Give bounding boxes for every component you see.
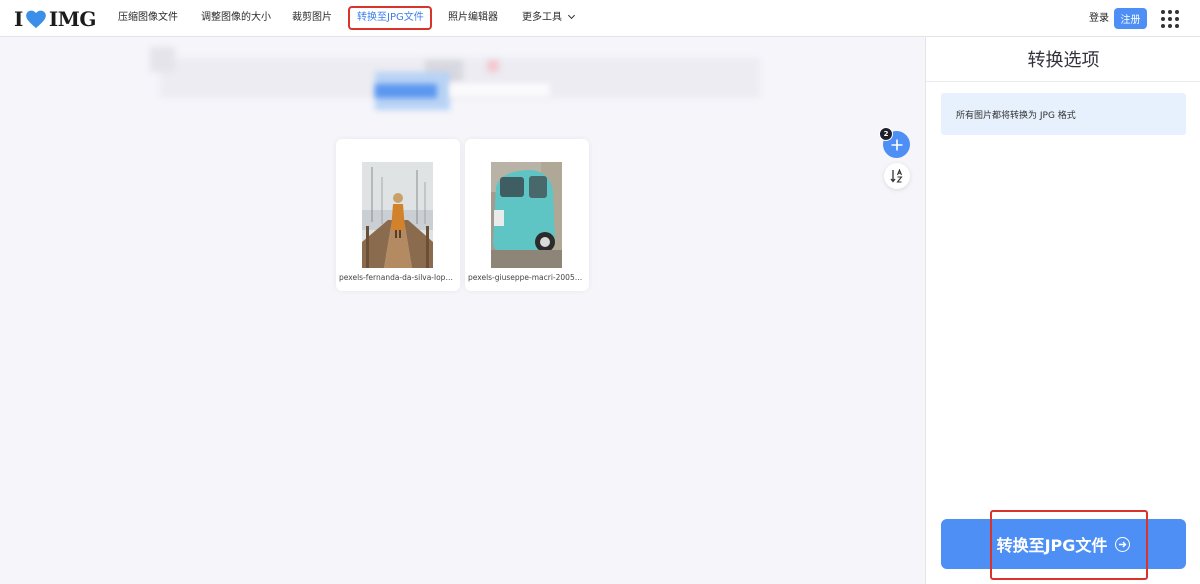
chevron-down-icon	[567, 11, 576, 20]
file-card[interactable]: pexels-giuseppe-macri-2005726...	[465, 139, 589, 291]
top-header: I IMG 压缩图像文件 调整图像的大小 裁剪图片 转换至JPG文件 照片编辑器…	[0, 0, 1200, 37]
nav-more-tools-label: 更多工具	[522, 12, 562, 23]
file-name: pexels-fernanda-da-silva-lopes-...	[339, 273, 457, 282]
nav-compress-image[interactable]: 压缩图像文件	[118, 11, 178, 25]
signup-button[interactable]: 注册	[1114, 8, 1147, 29]
options-sidebar: 转换选项 所有图片都将转换为 JPG 格式 转换至JPG文件	[925, 37, 1200, 584]
logo-text-img: IMG	[48, 7, 97, 31]
file-card[interactable]: pexels-fernanda-da-silva-lopes-...	[336, 139, 460, 291]
nav-more-tools[interactable]: 更多工具	[522, 11, 576, 25]
sort-files-button[interactable]	[884, 163, 910, 189]
heart-logo-icon	[26, 10, 46, 29]
logo-text-i: I	[14, 7, 23, 31]
convert-highlight-outline	[990, 510, 1148, 580]
file-name: pexels-giuseppe-macri-2005726...	[468, 273, 586, 282]
nav-highlight-outline	[348, 6, 432, 30]
sort-az-icon	[890, 169, 903, 183]
nav-photo-editor[interactable]: 照片编辑器	[448, 11, 498, 25]
nav-crop-image[interactable]: 裁剪图片	[292, 11, 332, 25]
ilovimg-logo[interactable]: I IMG	[14, 8, 96, 30]
format-info-box: 所有图片都将转换为 JPG 格式	[941, 93, 1186, 135]
plus-icon	[891, 139, 902, 150]
apps-grid-icon[interactable]	[1161, 10, 1179, 28]
nav-resize-image[interactable]: 调整图像的大小	[201, 11, 271, 25]
file-count-badge: 2	[879, 127, 893, 141]
login-link[interactable]: 登录	[1089, 12, 1109, 25]
sidebar-title: 转换选项	[926, 37, 1200, 82]
file-thumbnail-pier	[362, 162, 433, 268]
file-thumbnail-car	[491, 162, 562, 268]
